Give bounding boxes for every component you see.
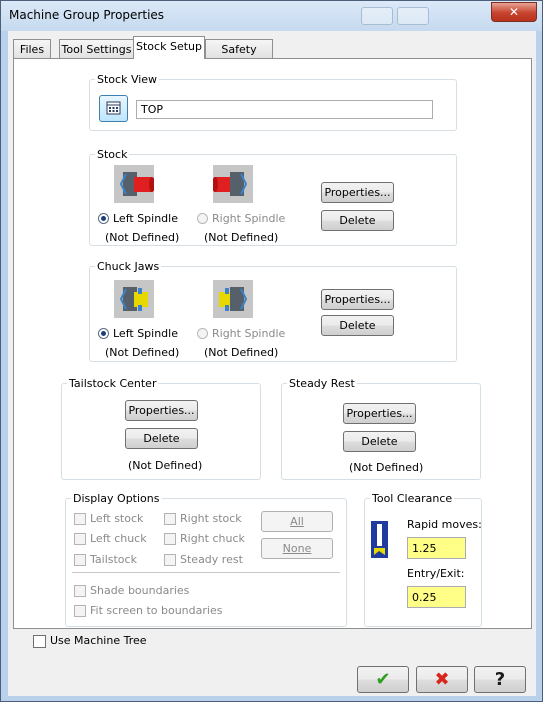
ok-button[interactable]: ✔ xyxy=(357,666,409,693)
display-options-label: Display Options xyxy=(73,492,160,505)
entry-exit-field[interactable]: 0.25 xyxy=(407,586,466,608)
tailstock-checkbox[interactable] xyxy=(74,554,86,566)
help-button[interactable]: ? xyxy=(474,666,526,693)
title-bar: Machine Group Properties ✕ xyxy=(1,1,542,31)
stock-right-spindle-label: Right Spindle xyxy=(212,212,286,225)
left-stock-icon xyxy=(114,165,155,203)
steady-rest-status: (Not Defined) xyxy=(349,461,424,474)
none-button[interactable]: None xyxy=(261,538,333,559)
cancel-button[interactable]: ✖ xyxy=(416,666,468,693)
stock-setup-page: Stock View TOP Stock Left Spindle Right … xyxy=(13,58,532,629)
left-stock-label: Left stock xyxy=(90,512,144,525)
stock-left-status: (Not Defined) xyxy=(105,231,180,244)
options-divider xyxy=(72,572,340,573)
tailstock-delete-button[interactable]: Delete xyxy=(125,428,198,449)
right-chuck-icon xyxy=(213,280,253,318)
steady-rest-label: Steady Rest xyxy=(289,377,355,390)
chuck-left-status: (Not Defined) xyxy=(105,346,180,359)
tailstock-label: Tailstock Center xyxy=(69,377,157,390)
shade-boundaries-label: Shade boundaries xyxy=(90,584,190,597)
tab-stock-setup[interactable]: Stock Setup xyxy=(133,36,205,59)
stock-view-field[interactable]: TOP xyxy=(136,100,433,119)
stock-right-status: (Not Defined) xyxy=(204,231,279,244)
dialog-client: Files Tool Settings Stock Setup Safety Z… xyxy=(8,31,536,696)
fit-screen-label: Fit screen to boundaries xyxy=(90,604,223,617)
rapid-moves-label: Rapid moves: xyxy=(407,518,482,531)
window-title: Machine Group Properties xyxy=(9,8,165,22)
view-selector-icon xyxy=(106,101,121,115)
chuck-right-spindle-radio[interactable] xyxy=(197,328,208,339)
chuck-left-spindle-label: Left Spindle xyxy=(113,327,178,340)
right-stock-label: Right stock xyxy=(180,512,242,525)
chuck-properties-button[interactable]: Properties... xyxy=(321,289,394,310)
chuck-jaws-label: Chuck Jaws xyxy=(97,260,160,273)
tailstock-status: (Not Defined) xyxy=(128,459,203,472)
rapid-moves-field[interactable]: 1.25 xyxy=(407,537,466,559)
tab-tool-settings[interactable]: Tool Settings xyxy=(59,39,134,58)
steady-rest-properties-button[interactable]: Properties... xyxy=(343,403,416,424)
chuck-right-status: (Not Defined) xyxy=(204,346,279,359)
steady-rest-option-label: Steady rest xyxy=(180,553,243,566)
left-chuck-checkbox[interactable] xyxy=(74,533,86,545)
stock-label: Stock xyxy=(97,148,128,161)
shade-boundaries-checkbox[interactable] xyxy=(74,585,86,597)
entry-exit-label: Entry/Exit: xyxy=(407,567,465,580)
fit-screen-checkbox[interactable] xyxy=(74,605,86,617)
titlebar-ghost-button xyxy=(361,7,393,25)
left-chuck-label: Left chuck xyxy=(90,532,147,545)
titlebar-ghost-button xyxy=(397,7,429,25)
chuck-right-spindle-label: Right Spindle xyxy=(212,327,286,340)
right-stock-icon xyxy=(212,165,253,203)
dialog-window: Machine Group Properties ✕ Files Tool Se… xyxy=(0,0,543,702)
use-machine-tree-checkbox[interactable] xyxy=(33,635,46,648)
stock-view-label: Stock View xyxy=(97,73,158,86)
all-button[interactable]: All xyxy=(261,511,333,532)
stock-delete-button[interactable]: Delete xyxy=(321,210,394,231)
tab-files[interactable]: Files xyxy=(13,39,51,58)
steady-rest-delete-button[interactable]: Delete xyxy=(343,431,416,452)
steady-rest-checkbox[interactable] xyxy=(164,554,176,566)
stock-left-spindle-radio[interactable] xyxy=(98,213,109,224)
use-machine-tree-label: Use Machine Tree xyxy=(50,634,147,647)
left-chuck-icon xyxy=(114,280,154,318)
chuck-left-spindle-radio[interactable] xyxy=(98,328,109,339)
right-stock-checkbox[interactable] xyxy=(164,513,176,525)
stock-left-spindle-label: Left Spindle xyxy=(113,212,178,225)
right-chuck-checkbox[interactable] xyxy=(164,533,176,545)
chuck-delete-button[interactable]: Delete xyxy=(321,315,394,336)
tool-clearance-label: Tool Clearance xyxy=(372,492,453,505)
stock-properties-button[interactable]: Properties... xyxy=(321,182,394,203)
stock-right-spindle-radio[interactable] xyxy=(197,213,208,224)
tailstock-option-label: Tailstock xyxy=(90,553,137,566)
tool-clearance-icon xyxy=(371,521,388,558)
right-chuck-label: Right chuck xyxy=(180,532,245,545)
tab-safety-zone[interactable]: Safety Zone xyxy=(205,39,273,75)
left-stock-checkbox[interactable] xyxy=(74,513,86,525)
tailstock-properties-button[interactable]: Properties... xyxy=(125,400,198,421)
view-selector-button[interactable] xyxy=(99,95,128,122)
close-button[interactable]: ✕ xyxy=(491,2,537,22)
